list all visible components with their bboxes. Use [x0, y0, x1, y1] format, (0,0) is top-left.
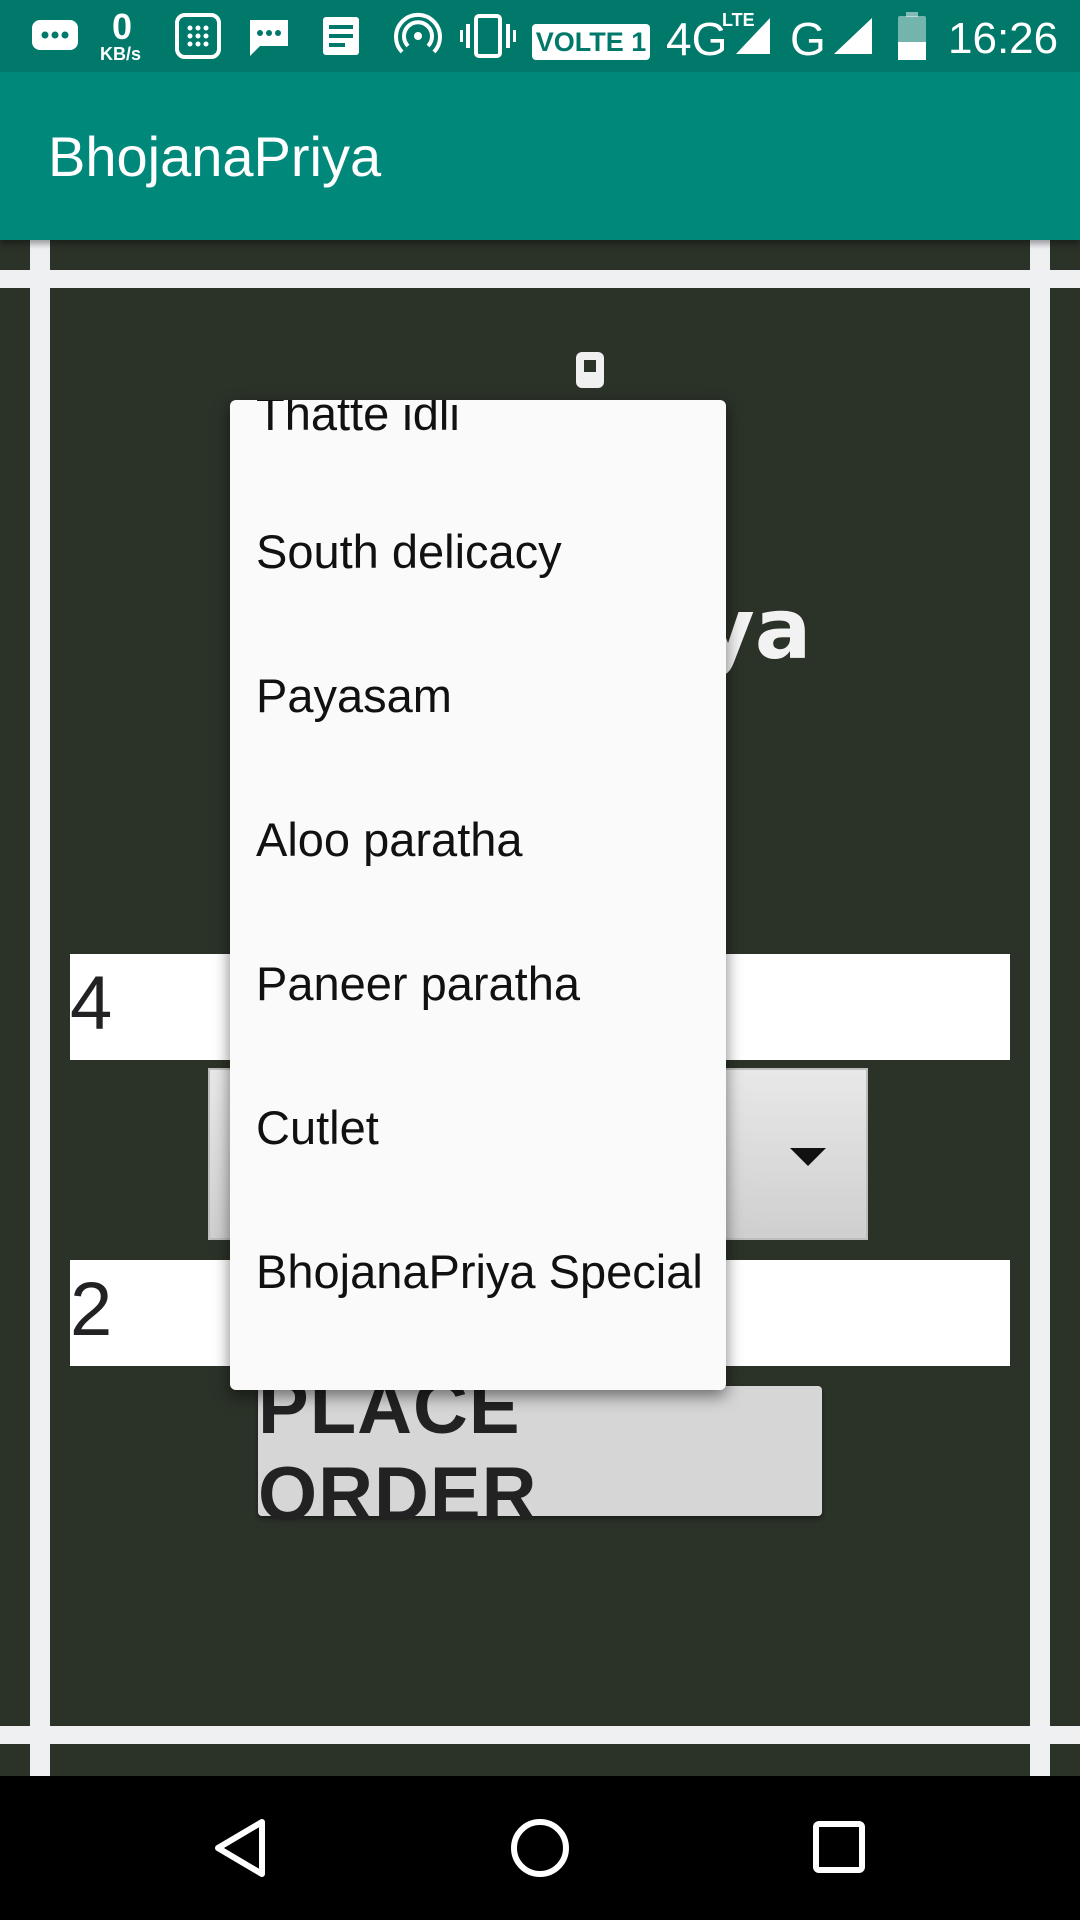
chevron-down-icon [790, 1148, 826, 1166]
dropdown-item[interactable]: Paneer paratha [256, 956, 580, 1011]
status-bar: 0 KB/s VOLTE 1 4G LTE G 16:26 [0, 0, 1080, 72]
second-input-value: 2 [70, 1267, 113, 1352]
calculator-icon [175, 13, 221, 59]
vibrate-icon [460, 14, 516, 58]
notes-icon [323, 17, 359, 55]
signal-icon [736, 18, 770, 54]
network-4g-label: 4G [666, 13, 728, 65]
frame-divider [0, 1726, 1080, 1744]
hotspot-icon [394, 12, 442, 54]
frame-divider [30, 240, 50, 1776]
quantity-input-value: 4 [70, 961, 113, 1046]
dropdown-item[interactable]: BhojanaPriya Special [256, 1244, 703, 1299]
logo-icon [576, 352, 604, 388]
navigation-bar [0, 1776, 1080, 1920]
frame-divider [0, 270, 1080, 288]
recents-icon[interactable] [788, 1796, 892, 1900]
network-g-label: G [790, 13, 826, 65]
dropdown-item[interactable]: South delicacy [256, 524, 562, 579]
dropdown-item[interactable]: Aloo paratha [256, 812, 523, 867]
app-bar: BhojanaPriya [0, 72, 1080, 240]
home-icon[interactable] [488, 1796, 592, 1900]
data-speed-value: 0 [112, 6, 133, 47]
place-order-button[interactable]: PLACE ORDER [258, 1365, 822, 1537]
dish-dropdown: Thatte idli South delicacy Payasam Aloo … [230, 400, 726, 1390]
back-icon[interactable] [188, 1796, 292, 1900]
signal-icon [834, 18, 872, 54]
data-speed-unit: KB/s [100, 44, 142, 64]
chat-icon [250, 20, 288, 56]
messaging-icon [32, 20, 78, 50]
clock: 16:26 [948, 14, 1059, 63]
dropdown-item[interactable]: Thatte idli [256, 400, 460, 441]
dropdown-item[interactable]: Cutlet [256, 1100, 379, 1155]
app-title: BhojanaPriya [48, 125, 382, 188]
volte-label: VOLTE 1 [535, 27, 647, 57]
volte-badge: VOLTE 1 [532, 24, 650, 60]
dropdown-item[interactable]: Payasam [256, 668, 452, 723]
battery-icon [898, 12, 926, 60]
frame-divider [1030, 240, 1050, 1776]
